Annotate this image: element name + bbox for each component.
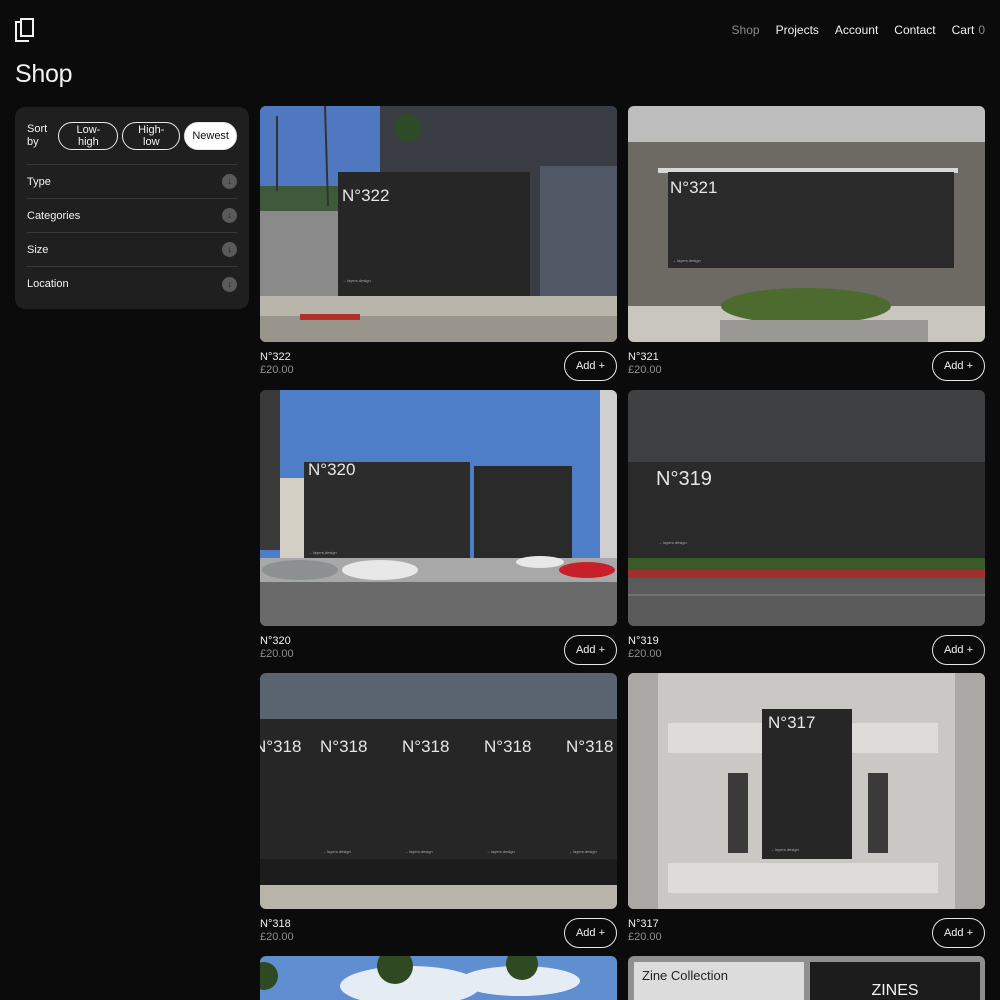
poster-label: N°318 bbox=[566, 737, 614, 756]
add-to-cart-button[interactable]: Add + bbox=[931, 918, 985, 948]
poster-label: N°317 bbox=[768, 713, 816, 732]
product-image[interactable]: N°322 → layers.design bbox=[260, 106, 617, 342]
filter-location[interactable]: Location ↓ bbox=[27, 267, 237, 301]
nav-contact[interactable]: Contact bbox=[894, 23, 935, 37]
product-meta: N°320 £20.00 Add + bbox=[260, 635, 617, 675]
add-to-cart-button[interactable]: Add + bbox=[563, 635, 617, 665]
product-card: N°322 → layers.design N°322 £20.00 Add + bbox=[260, 106, 617, 391]
product-image[interactable]: N°318 N°318 N°318 N°318 N°318 → layers.d… bbox=[260, 673, 617, 909]
poster-small-text: → layers.design bbox=[568, 849, 597, 854]
billboard-photo bbox=[628, 390, 985, 626]
product-meta: N°319 £20.00 Add + bbox=[628, 635, 985, 675]
poster-label: N°320 bbox=[308, 460, 356, 479]
filter-type-label: Type bbox=[27, 175, 51, 188]
product-name: N°321 bbox=[628, 351, 659, 363]
sort-row: Sort by Low-high High-low Newest bbox=[27, 107, 237, 165]
chevron-down-icon: ↓ bbox=[222, 208, 237, 223]
sort-label: Sort by bbox=[27, 122, 48, 148]
product-image[interactable]: N°317 → layers.design bbox=[628, 673, 985, 909]
billboard-photo bbox=[260, 106, 617, 342]
product-meta: N°321 £20.00 Add + bbox=[628, 351, 985, 391]
filter-type[interactable]: Type ↓ bbox=[27, 165, 237, 199]
poster-label: N°318 bbox=[320, 737, 368, 756]
page-title: Shop bbox=[15, 60, 73, 88]
product-card: N°320 → layers.design N°320 £20.00 Add + bbox=[260, 390, 617, 675]
poster-small-text: → layers.design bbox=[308, 550, 337, 555]
poster-label: N°318 bbox=[260, 737, 302, 756]
poster-label: N°318 bbox=[402, 737, 450, 756]
filter-location-label: Location bbox=[27, 278, 69, 290]
nav-shop[interactable]: Shop bbox=[732, 23, 760, 37]
nav-cart[interactable]: Cart 0 bbox=[952, 23, 985, 37]
main-nav: Shop Projects Account Contact Cart 0 bbox=[732, 23, 985, 37]
product-card: N°317 → layers.design N°317 £20.00 Add + bbox=[628, 673, 985, 958]
product-card: N°321 → layers.design N°321 £20.00 Add + bbox=[628, 106, 985, 391]
cart-label: Cart bbox=[951, 23, 975, 37]
product-name: N°322 bbox=[260, 351, 291, 363]
nav-account[interactable]: Account bbox=[835, 23, 878, 37]
filter-categories[interactable]: Categories ↓ bbox=[27, 199, 237, 233]
poster-label: N°319 bbox=[656, 468, 712, 490]
poster-label: N°322 bbox=[342, 186, 390, 205]
nav-projects[interactable]: Projects bbox=[776, 23, 819, 37]
product-meta: N°318 £20.00 Add + bbox=[260, 918, 617, 958]
chevron-down-icon: ↓ bbox=[222, 276, 237, 292]
product-name: N°319 bbox=[628, 635, 659, 647]
poster-small-text: → layers.design bbox=[486, 849, 515, 854]
product-meta: N°317 £20.00 Add + bbox=[628, 918, 985, 958]
product-name: N°317 bbox=[628, 918, 659, 930]
chevron-down-icon: ↓ bbox=[222, 242, 237, 257]
product-image[interactable]: N°319 → layers.design bbox=[628, 390, 985, 626]
product-name: N°318 bbox=[260, 918, 291, 930]
poster-label: N°321 bbox=[670, 178, 718, 197]
shop-page: Shop Projects Account Contact Cart 0 Shop… bbox=[0, 0, 1000, 1000]
add-to-cart-button[interactable]: Add + bbox=[563, 351, 617, 381]
poster-small-text: → layers.design bbox=[404, 849, 433, 854]
product-card: N°318 N°318 N°318 N°318 N°318 → layers.d… bbox=[260, 673, 617, 958]
product-image[interactable]: N°321 → layers.design bbox=[628, 106, 985, 342]
filter-sidebar: Sort by Low-high High-low Newest Type ↓ C… bbox=[15, 107, 249, 309]
filter-categories-label: Categories bbox=[27, 209, 81, 222]
product-meta: N°322 £20.00 Add + bbox=[260, 351, 617, 391]
product-card: N°319 → layers.design N°319 £20.00 Add + bbox=[628, 390, 985, 675]
logo-icon[interactable] bbox=[15, 18, 35, 42]
sort-newest-button[interactable]: Newest bbox=[184, 121, 237, 150]
product-name: N°320 bbox=[260, 635, 291, 647]
product-image[interactable]: N°320 → layers.design bbox=[260, 390, 617, 626]
poster-small-text: → layers.design bbox=[342, 278, 371, 283]
sort-low-high-button[interactable]: Low-high bbox=[58, 121, 119, 150]
palm-tree-photo bbox=[260, 956, 617, 1000]
filter-size-label: Size bbox=[27, 243, 49, 256]
chevron-down-icon: ↓ bbox=[222, 174, 237, 189]
billboard-photo bbox=[260, 673, 617, 909]
poster-small-text: → layers.design bbox=[672, 258, 701, 263]
zine-collection-title: Zine Collection bbox=[634, 962, 804, 1000]
poster-small-text: → layers.design bbox=[322, 849, 351, 854]
poster-small-text: → layers.design bbox=[770, 847, 799, 852]
filter-size[interactable]: Size ↓ bbox=[27, 233, 237, 267]
zine-collection-card[interactable]: Zine Collection ZINES bbox=[628, 956, 985, 1000]
poster-label: N°318 bbox=[484, 737, 532, 756]
zines-title: ZINES bbox=[810, 962, 980, 1000]
billboard-photo bbox=[260, 390, 617, 626]
product-image[interactable] bbox=[260, 956, 617, 1000]
poster-small-text: → layers.design bbox=[658, 540, 687, 545]
cart-count: 0 bbox=[978, 23, 985, 37]
add-to-cart-button[interactable]: Add + bbox=[931, 635, 985, 665]
billboard-photo bbox=[628, 673, 985, 909]
sort-high-low-button[interactable]: High-low bbox=[122, 121, 181, 150]
billboard-photo bbox=[628, 106, 985, 342]
add-to-cart-button[interactable]: Add + bbox=[563, 918, 617, 948]
add-to-cart-button[interactable]: Add + bbox=[931, 351, 985, 381]
